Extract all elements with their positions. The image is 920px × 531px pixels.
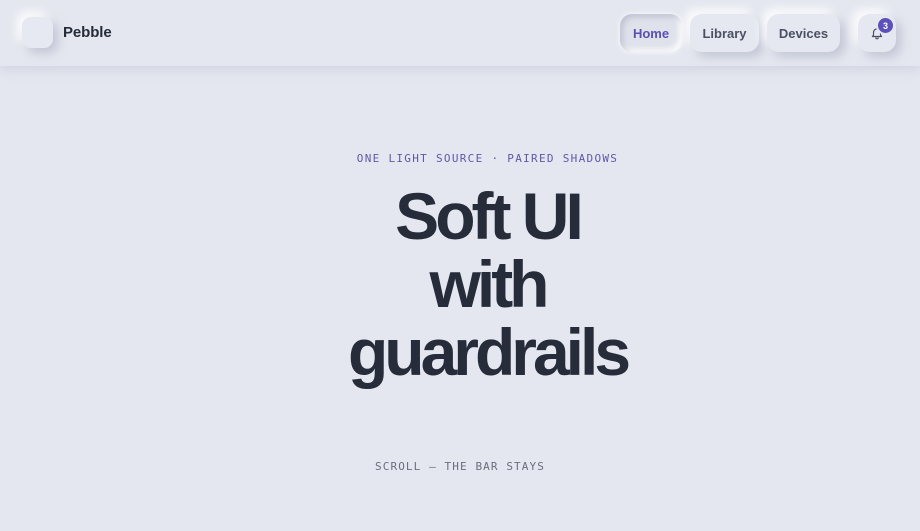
hero-title: Soft UI with guardrails (0, 182, 920, 386)
page: Pebble Home Library Devices 3 ONE LIGHT … (0, 0, 920, 531)
brand-logo[interactable] (22, 17, 53, 48)
top-bar: Pebble Home Library Devices 3 (0, 0, 920, 66)
hero-eyebrow: ONE LIGHT SOURCE · PAIRED SHADOWS (356, 152, 619, 165)
nav-home-button[interactable]: Home (620, 14, 682, 52)
nav-library-button[interactable]: Library (690, 14, 759, 52)
nav-devices-button[interactable]: Devices (767, 14, 840, 52)
notification-count-badge: 3 (878, 18, 893, 33)
hero-title-line-3: guardrails (347, 315, 631, 389)
hero-title-line-1: Soft UI (395, 179, 584, 253)
hero-title-line-2: with (429, 247, 550, 321)
scroll-hint: SCROLL — THE BAR STAYS (375, 460, 545, 473)
brand-name[interactable]: Pebble (63, 24, 112, 41)
